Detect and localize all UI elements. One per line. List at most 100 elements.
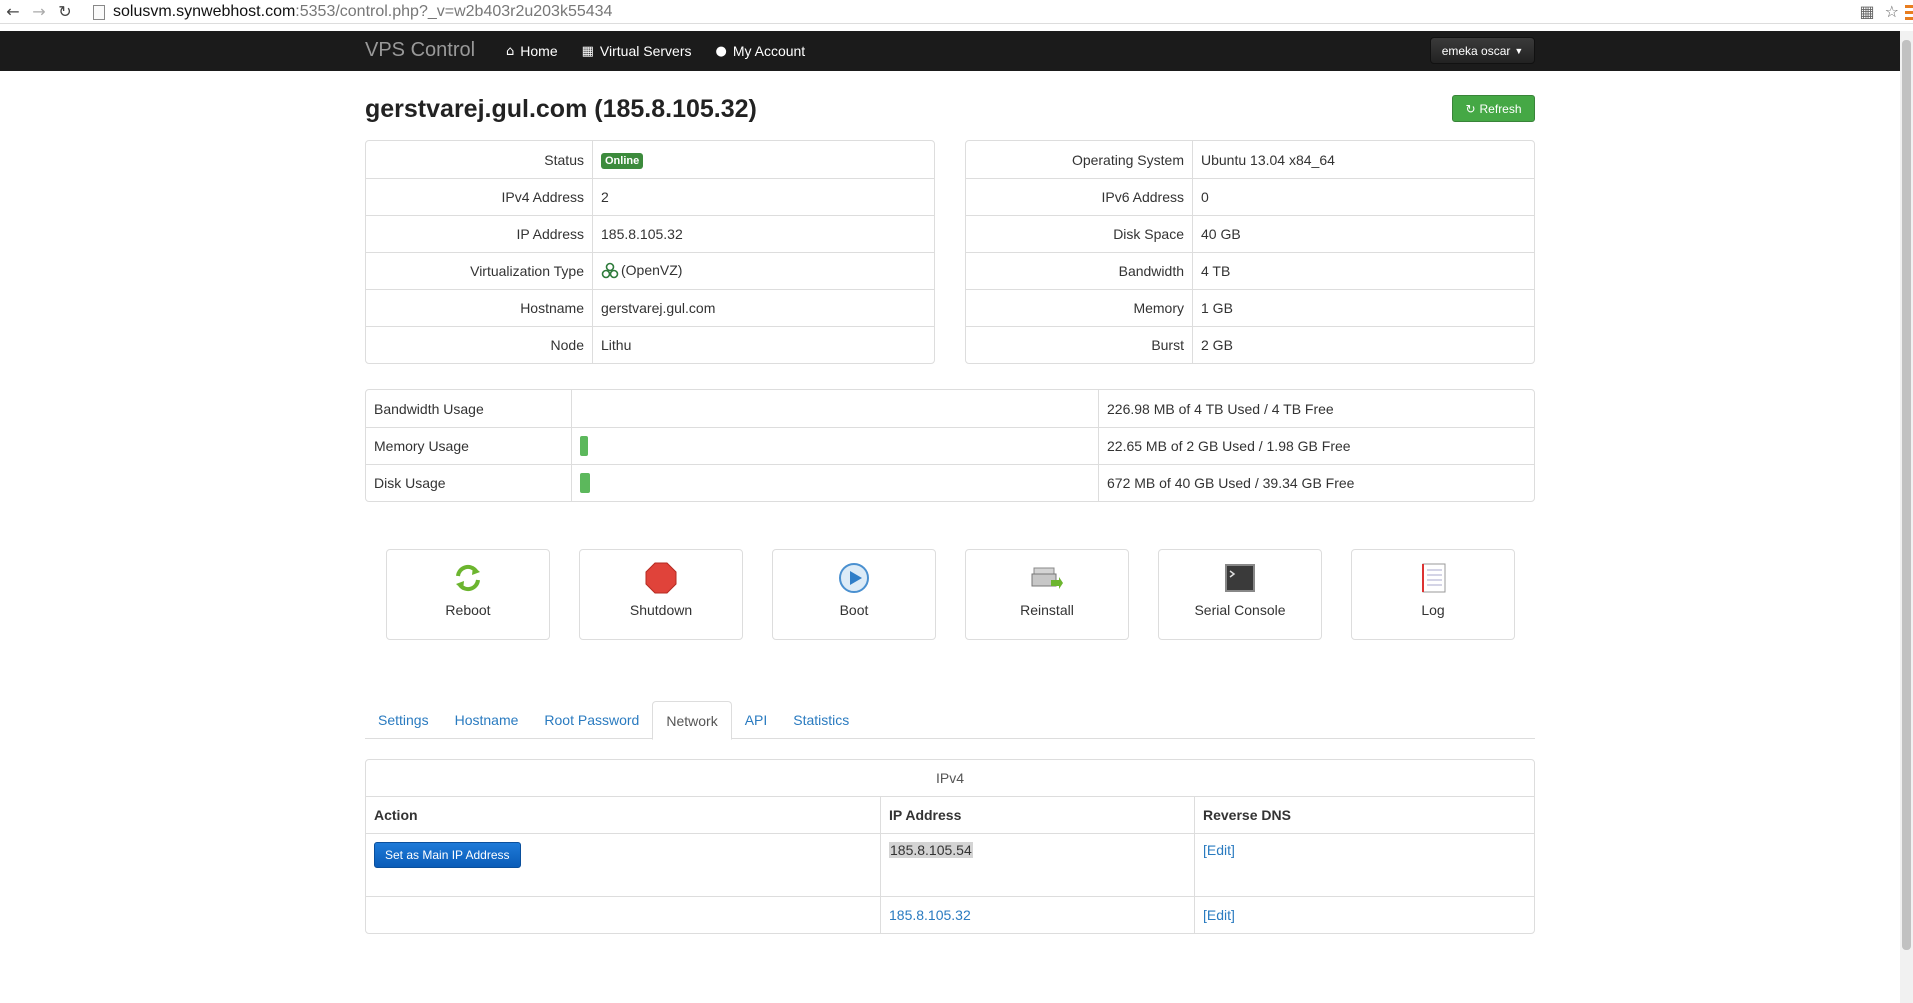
usage-bar-cell — [572, 464, 1099, 501]
tab-network[interactable]: Network — [652, 701, 732, 740]
info-key: Disk Space — [966, 215, 1193, 252]
url-path: :5353/control.php?_v=w2b403r2u203k55434 — [295, 3, 613, 20]
info-row-bandwidth: Bandwidth 4 TB — [966, 252, 1534, 289]
set-main-ip-button[interactable]: Set as Main IP Address — [374, 842, 521, 868]
openvz-icon — [601, 262, 619, 279]
progress-fill — [580, 473, 591, 493]
column-header-ip: IP Address — [881, 796, 1195, 833]
boot-button[interactable]: Boot — [772, 549, 936, 640]
refresh-icon: ↻ — [1465, 101, 1476, 116]
info-value: 40 GB — [1193, 215, 1534, 252]
usage-text: 22.65 MB of 2 GB Used / 1.98 GB Free — [1099, 427, 1534, 464]
ipv4-ip-cell: 185.8.105.54 — [881, 833, 1195, 896]
info-value: 4 TB — [1193, 252, 1534, 289]
usage-text: 226.98 MB of 4 TB Used / 4 TB Free — [1107, 400, 1334, 417]
ip-address-link[interactable]: 185.8.105.32 — [889, 907, 971, 923]
info-value: 0 — [1193, 178, 1534, 215]
log-icon — [1422, 563, 1446, 593]
tab-hostname[interactable]: Hostname — [442, 701, 532, 739]
edit-rdns-link[interactable]: [Edit] — [1203, 907, 1235, 923]
info-row-os: Operating System Ubuntu 13.04 x84_64 — [966, 141, 1534, 178]
info-row-hostname: Hostname gerstvarej.gul.com — [366, 289, 934, 326]
reload-icon[interactable]: ↻ — [52, 2, 78, 21]
column-header-action: Action — [366, 796, 881, 833]
info-row-status: Status Online — [366, 141, 934, 178]
info-value: Ubuntu 13.04 x84_64 — [1201, 151, 1335, 168]
ipv4-rdns-cell: [Edit] — [1195, 896, 1534, 933]
info-value: 185.8.105.32 — [593, 215, 934, 252]
ip-address-selected[interactable]: 185.8.105.54 — [889, 842, 973, 858]
usage-bar-cell — [572, 390, 1099, 427]
settings-tabs: Settings Hostname Root Password Network … — [365, 701, 1535, 740]
ipv4-caption-row: IPv4 — [366, 760, 1534, 796]
nav-virtual-servers[interactable]: ▦ Virtual Servers — [582, 43, 692, 59]
arrow-left-icon[interactable]: ← — [0, 2, 26, 21]
edit-rdns-link[interactable]: [Edit] — [1203, 842, 1235, 858]
user-menu-button[interactable]: emeka oscar ▼ — [1430, 37, 1535, 64]
info-row-disk: Disk Space 40 GB — [966, 215, 1534, 252]
reinstall-icon — [1031, 567, 1063, 589]
info-key: Node — [366, 326, 593, 363]
nav-home-label: Home — [520, 43, 558, 59]
user-icon: ● — [715, 43, 727, 59]
ipv4-action-cell — [366, 896, 881, 933]
progress-bar — [580, 436, 1090, 456]
page-title: gerstvarej.gul.com (185.8.105.32) — [365, 95, 757, 123]
info-key: Burst — [966, 326, 1193, 363]
table-row: Set as Main IP Address 185.8.105.54 [Edi… — [366, 833, 1534, 896]
arrow-right-icon[interactable]: → — [26, 2, 52, 21]
log-button[interactable]: Log — [1351, 549, 1515, 640]
nav-my-account-label: My Account — [732, 43, 806, 59]
reboot-button[interactable]: Reboot — [386, 549, 550, 640]
progress-bar — [580, 399, 1090, 419]
browser-menu-icon[interactable] — [1905, 0, 1913, 24]
console-icon — [1225, 564, 1255, 592]
ipv4-table: IPv4 Action IP Address Reverse DNS Set a… — [365, 759, 1535, 934]
translate-icon[interactable]: ▦ — [1860, 2, 1875, 21]
shutdown-icon — [645, 562, 677, 594]
info-value: gerstvarej.gul.com — [593, 289, 934, 326]
usage-row-disk: Disk Usage 672 MB of 40 GB Used / 39.34 … — [366, 464, 1534, 501]
nav-my-account[interactable]: ● My Account — [715, 43, 805, 59]
info-row-ip: IP Address 185.8.105.32 — [366, 215, 934, 252]
server-info-table: Status Online IPv4 Address 2 IP Address … — [365, 140, 935, 364]
usage-label: Bandwidth Usage — [366, 390, 572, 427]
info-key: Bandwidth — [966, 252, 1193, 289]
info-key: Operating System — [966, 141, 1193, 178]
info-key: IP Address — [366, 215, 593, 252]
info-value: Online — [593, 141, 934, 178]
usage-text: 672 MB of 40 GB Used / 39.34 GB Free — [1099, 464, 1534, 501]
refresh-button[interactable]: ↻ Refresh — [1452, 95, 1535, 122]
address-bar[interactable]: solusvm.synwebhost.com:5353/control.php?… — [93, 0, 612, 24]
reinstall-button[interactable]: Reinstall — [965, 549, 1129, 640]
status-badge: Online — [601, 152, 644, 169]
nav-virtual-servers-label: Virtual Servers — [599, 43, 692, 59]
info-row-virt: Virtualization Type (OpenVZ) — [366, 252, 934, 289]
browser-actions: ▦ ☆ — [1860, 2, 1899, 21]
column-header-rdns: Reverse DNS — [1195, 796, 1534, 833]
nav-home[interactable]: ⌂ Home — [506, 43, 558, 59]
shutdown-label: Shutdown — [629, 602, 693, 618]
tab-settings[interactable]: Settings — [365, 701, 442, 739]
usage-table: Bandwidth Usage 226.98 MB of 4 TB Used /… — [365, 389, 1535, 502]
server-resources-table: Operating System Ubuntu 13.04 x84_64 IPv… — [965, 140, 1535, 364]
grid-icon: ▦ — [581, 43, 594, 59]
home-icon: ⌂ — [506, 43, 515, 59]
top-navbar: VPS Control ⌂ Home ▦ Virtual Servers ● M… — [0, 31, 1900, 71]
serial-console-button[interactable]: Serial Console — [1158, 549, 1322, 640]
scrollbar-thumb[interactable] — [1902, 40, 1911, 950]
progress-fill — [580, 436, 588, 456]
bookmark-star-icon[interactable]: ☆ — [1885, 2, 1899, 21]
reboot-icon — [456, 564, 480, 592]
nav-links: ⌂ Home ▦ Virtual Servers ● My Account — [506, 31, 805, 71]
caret-down-icon: ▼ — [1514, 45, 1524, 56]
refresh-label: Refresh — [1479, 101, 1522, 116]
tab-statistics[interactable]: Statistics — [780, 701, 862, 739]
shutdown-button[interactable]: Shutdown — [579, 549, 743, 640]
page-icon — [93, 4, 105, 20]
brand[interactable]: VPS Control — [365, 39, 475, 62]
tab-root-password[interactable]: Root Password — [531, 701, 652, 739]
server-actions: Reboot Shutdown Boot Reinstall Serial Co… — [386, 549, 1515, 640]
tab-api[interactable]: API — [732, 701, 781, 739]
ipv4-action-cell: Set as Main IP Address — [366, 833, 881, 896]
